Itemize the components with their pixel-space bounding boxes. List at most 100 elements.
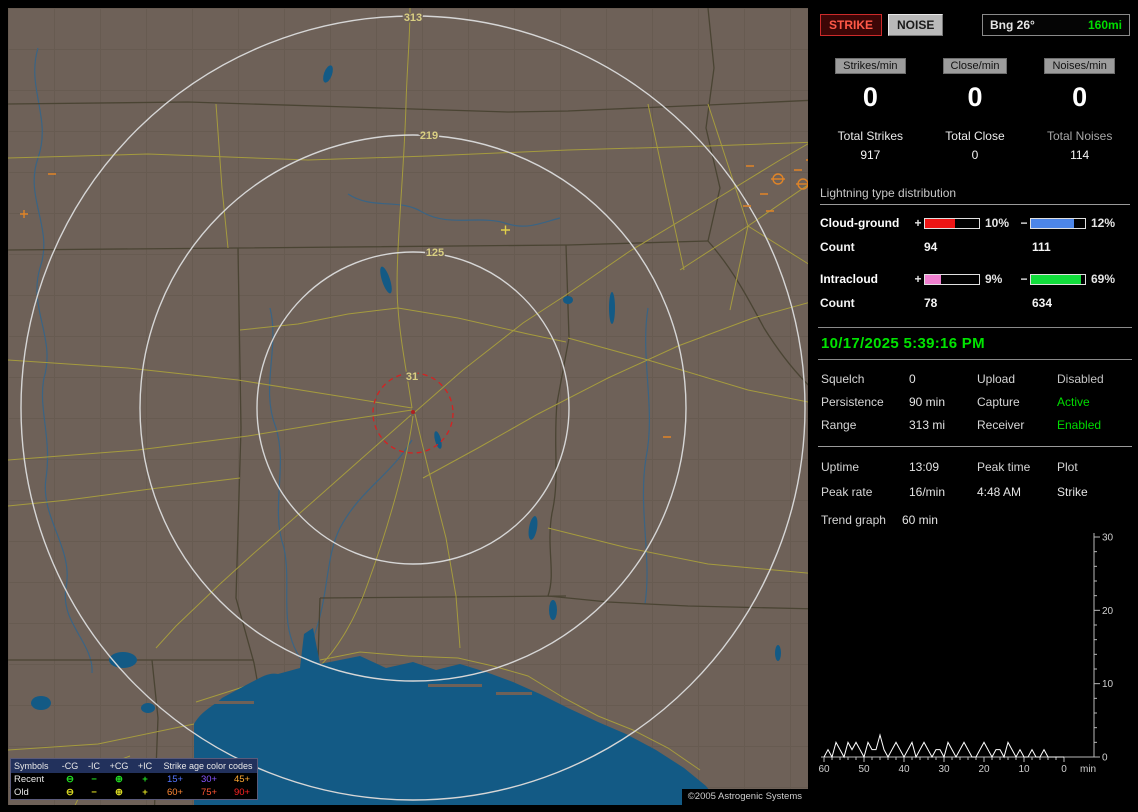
cg-minus-count: 111 — [1018, 240, 1130, 254]
datetime-display: 10/17/2025 5:39:16 PM — [818, 327, 1132, 360]
cg-plus-gauge — [924, 218, 980, 229]
legend-row-recent: Recent ⊖ − ⊕ + 15+ 30+ 45+ — [11, 773, 257, 786]
range-label: Range — [821, 418, 909, 432]
neg-cg-icon: ⊖ — [58, 787, 82, 798]
panel-toolbar: STRIKE NOISE Bng 26° 160mi — [818, 14, 1132, 36]
total-close-value: 0 — [923, 148, 1028, 162]
svg-text:30: 30 — [938, 764, 950, 775]
neg-cg-icon: ⊖ — [58, 774, 82, 785]
legend-col-neg-ic: -IC — [82, 761, 106, 771]
bearing-range-display: Bng 26° 160mi — [982, 14, 1130, 36]
cg-plus-count: 94 — [912, 240, 1018, 254]
settings-grid: Squelch 0 Upload Disabled Persistence 90… — [818, 372, 1132, 432]
map-legend: Symbols -CG -IC +CG +IC Strike age color… — [10, 758, 258, 800]
ring-label-125: 125 — [426, 247, 444, 259]
peak-rate-label: Peak rate — [821, 485, 909, 499]
total-noises-value: 114 — [1027, 148, 1132, 162]
legend-col-pos-ic: +IC — [132, 761, 158, 771]
intracloud-count-row: Count 78 634 — [820, 291, 1130, 315]
close-per-min-value: 0 — [923, 82, 1028, 113]
uptime-value: 13:09 — [909, 460, 977, 474]
total-strikes-label: Total Strikes — [818, 129, 923, 143]
total-close-label: Total Close — [923, 129, 1028, 143]
svg-text:20: 20 — [978, 764, 990, 775]
copyright-text: ©2005 Astrogenic Systems — [682, 789, 808, 805]
divider — [818, 446, 1132, 447]
radar-map: 313 219 125 31 — [8, 8, 808, 805]
neg-ic-icon: − — [82, 774, 106, 785]
lightning-distribution: Lightning type distribution Cloud-ground… — [818, 186, 1132, 315]
svg-text:10: 10 — [1102, 679, 1114, 690]
legend-symbols-title: Symbols — [14, 761, 58, 771]
strikes-counter: Strikes/min 0 Total Strikes 917 — [818, 58, 923, 162]
capture-status: Active — [1057, 395, 1129, 409]
svg-text:50: 50 — [858, 764, 870, 775]
bearing-value: Bng 26° — [990, 18, 1035, 32]
distribution-title: Lightning type distribution — [820, 186, 1130, 205]
neg-ic-icon: − — [82, 787, 106, 798]
minus-sign: − — [1018, 272, 1030, 286]
svg-text:10: 10 — [1018, 764, 1030, 775]
trend-window-value: 60 min — [902, 513, 938, 527]
ic-minus-gauge — [1030, 274, 1086, 285]
range-setting-value: 313 mi — [909, 418, 977, 432]
strikes-per-min-label: Strikes/min — [835, 58, 905, 74]
intracloud-row: Intracloud + 9% − 69% — [820, 267, 1130, 291]
noises-counter: Noises/min 0 Total Noises 114 — [1027, 58, 1132, 162]
age-code-90: 90+ — [226, 787, 258, 798]
age-code-75: 75+ — [192, 787, 226, 798]
svg-text:0: 0 — [1061, 764, 1067, 775]
uptime-label: Uptime — [821, 460, 909, 474]
count-label: Count — [820, 240, 912, 254]
close-per-min-label: Close/min — [943, 58, 1008, 74]
trend-graph-chart: 01020300102030405060min — [818, 529, 1132, 781]
ic-plus-count: 78 — [912, 296, 1018, 310]
plus-sign: + — [912, 216, 924, 230]
upload-label: Upload — [977, 372, 1057, 386]
age-code-60: 60+ — [158, 787, 192, 798]
peak-time-label: Peak time — [977, 460, 1057, 474]
persistence-label: Persistence — [821, 395, 909, 409]
svg-text:0: 0 — [1102, 753, 1108, 764]
legend-age-title: Strike age color codes — [158, 761, 258, 771]
ring-label-31: 31 — [406, 371, 418, 383]
svg-text:30: 30 — [1102, 533, 1114, 544]
cloud-ground-count-row: Count 94 111 — [820, 235, 1130, 259]
pos-ic-icon: + — [132, 787, 158, 798]
cg-minus-gauge — [1030, 218, 1086, 229]
plus-sign: + — [912, 272, 924, 286]
upload-status: Disabled — [1057, 372, 1129, 386]
status-panel: STRIKE NOISE Bng 26° 160mi Strikes/min 0… — [818, 8, 1132, 805]
svg-text:min: min — [1080, 764, 1096, 775]
pos-cg-icon: ⊕ — [106, 787, 132, 798]
noises-per-min-value: 0 — [1027, 82, 1132, 113]
total-strikes-value: 917 — [818, 148, 923, 162]
cloud-ground-label: Cloud-ground — [820, 216, 912, 230]
minus-sign: − — [1018, 216, 1030, 230]
legend-col-neg-cg: -CG — [58, 761, 82, 771]
peak-time-value: 4:48 AM — [977, 485, 1057, 499]
ring-label-219: 219 — [420, 130, 438, 142]
age-code-45: 45+ — [226, 774, 258, 785]
plot-label: Plot — [1057, 460, 1129, 474]
pos-cg-icon: ⊕ — [106, 774, 132, 785]
count-label: Count — [820, 296, 912, 310]
svg-text:60: 60 — [818, 764, 830, 775]
legend-row-old: Old ⊖ − ⊕ + 60+ 75+ 90+ — [11, 786, 257, 799]
trend-graph-label: Trend graph — [821, 513, 886, 527]
cg-plus-percent: 10% — [980, 216, 1018, 230]
ic-minus-count: 634 — [1018, 296, 1130, 310]
ic-plus-percent: 9% — [980, 272, 1018, 286]
cloud-ground-row: Cloud-ground + 10% − 12% — [820, 211, 1130, 235]
noises-per-min-label: Noises/min — [1044, 58, 1114, 74]
legend-col-pos-cg: +CG — [106, 761, 132, 771]
map-area: 313 219 125 31 Symbols -CG -IC +CG +IC S… — [8, 8, 808, 805]
rate-counters: Strikes/min 0 Total Strikes 917 Close/mi… — [818, 58, 1132, 162]
noise-button[interactable]: NOISE — [888, 14, 943, 36]
strike-button[interactable]: STRIKE — [820, 14, 882, 36]
peak-rate-value: 16/min — [909, 485, 977, 499]
cg-minus-percent: 12% — [1086, 216, 1120, 230]
pos-ic-icon: + — [132, 774, 158, 785]
age-code-15: 15+ — [158, 774, 192, 785]
trend-graph-header: Trend graph 60 min — [818, 513, 1132, 527]
